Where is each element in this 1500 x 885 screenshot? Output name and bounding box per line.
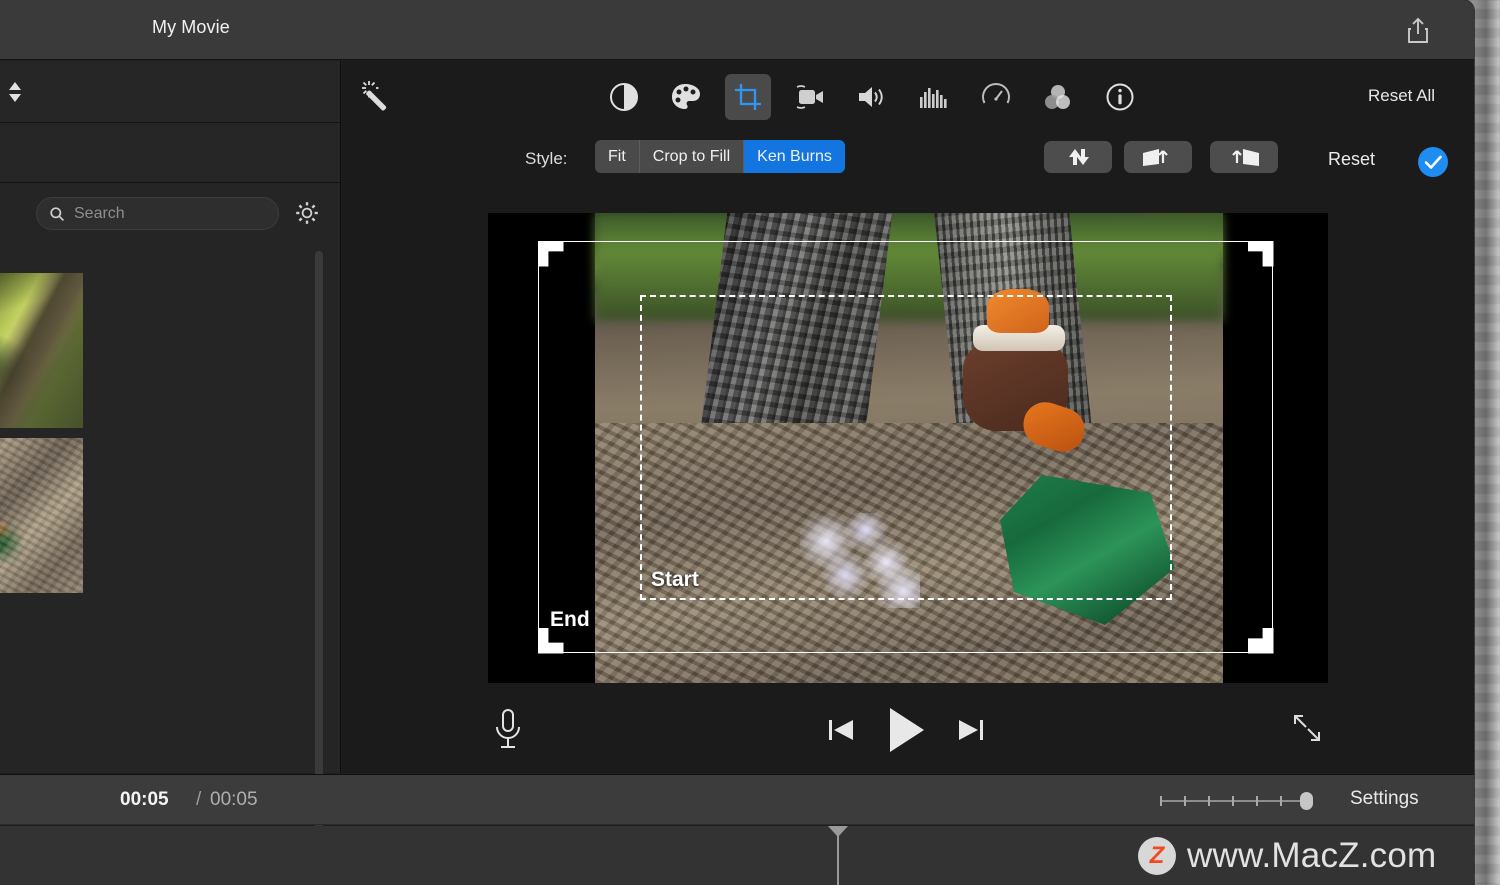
end-handle-bottom-right[interactable] <box>1247 627 1274 654</box>
status-bar: 00:05 / 00:05 Settings <box>0 774 1474 825</box>
checkmark-apply-icon[interactable] <box>1417 146 1449 178</box>
style-option-ken-burns[interactable]: Ken Burns <box>744 140 845 173</box>
swap-arrows-icon[interactable] <box>1044 141 1112 173</box>
reset-button[interactable]: Reset <box>1328 149 1375 170</box>
color-balance-icon[interactable] <box>601 74 647 120</box>
crop-end-icon[interactable] <box>1210 141 1278 173</box>
sort-stepper-icon[interactable] <box>4 80 26 104</box>
current-time: 00:05 <box>120 789 169 810</box>
settings-button[interactable]: Settings <box>1350 788 1419 810</box>
project-title: My Movie <box>152 17 230 37</box>
library-scrollbar[interactable] <box>315 251 323 831</box>
skip-previous-icon[interactable] <box>824 713 858 747</box>
magic-wand-icon[interactable] <box>356 75 400 119</box>
end-handle-top-right[interactable] <box>1247 240 1274 267</box>
style-option-crop-to-fill[interactable]: Crop to Fill <box>640 140 745 173</box>
gear-icon[interactable] <box>293 199 321 227</box>
video-camera-icon[interactable] <box>787 74 833 120</box>
start-frame-label: Start <box>651 568 699 591</box>
end-handle-top-left[interactable] <box>537 240 564 267</box>
info-icon[interactable] <box>1097 74 1143 120</box>
speaker-icon[interactable] <box>849 74 895 120</box>
style-row: Style: Fit Crop to Fill Ken Burns Reset <box>342 135 1474 197</box>
search-input-wrapper[interactable] <box>36 197 279 230</box>
timeline-zoom-slider[interactable] <box>1157 791 1317 811</box>
watermark: Z www.MacZ.com <box>1138 836 1436 876</box>
speedometer-icon[interactable] <box>973 74 1019 120</box>
reset-all-button[interactable]: Reset All <box>1368 86 1435 106</box>
crop-start-icon[interactable] <box>1124 141 1192 173</box>
fullscreen-icon[interactable] <box>1290 711 1324 745</box>
search-input[interactable] <box>74 204 252 223</box>
list-item[interactable] <box>0 438 83 593</box>
playhead[interactable] <box>828 826 848 885</box>
style-option-fit[interactable]: Fit <box>595 140 640 173</box>
library-sidebar <box>0 61 341 831</box>
equalizer-icon[interactable] <box>911 74 957 120</box>
playhead-line <box>837 836 839 885</box>
filter-circles-icon[interactable] <box>1035 74 1081 120</box>
style-label: Style: <box>525 149 568 168</box>
style-segmented-control: Fit Crop to Fill Ken Burns <box>595 140 845 173</box>
microphone-icon[interactable] <box>490 706 526 752</box>
total-time: 00:05 <box>210 789 258 810</box>
watermark-text: www.MacZ.com <box>1187 836 1437 875</box>
title-bar: My Movie <box>0 0 1474 60</box>
end-frame-label: End <box>550 608 590 631</box>
watermark-badge-icon: Z <box>1138 837 1176 875</box>
list-item[interactable] <box>0 273 83 428</box>
video-preview[interactable]: End Start <box>488 213 1328 683</box>
share-icon[interactable] <box>1402 15 1434 47</box>
search-icon <box>49 206 65 222</box>
viewer-pane: Reset All Style: Fit Crop to Fill Ken Bu… <box>342 61 1474 773</box>
inspector-toolbar: Reset All <box>342 61 1474 135</box>
ken-burns-start-frame[interactable] <box>640 295 1172 600</box>
color-palette-icon[interactable] <box>663 74 709 120</box>
crop-icon[interactable] <box>725 74 771 120</box>
time-separator: / <box>196 789 202 810</box>
play-icon[interactable] <box>884 705 928 755</box>
imovie-window: My Movie Search Reset All Style: Fit Cro… <box>0 0 1474 885</box>
library-header <box>0 61 340 123</box>
skip-next-icon[interactable] <box>954 713 988 747</box>
library-search-row <box>0 123 340 183</box>
